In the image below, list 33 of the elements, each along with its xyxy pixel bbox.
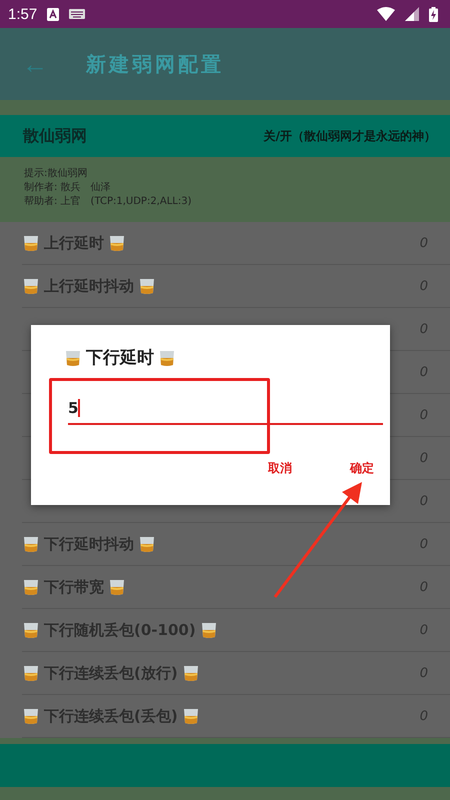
whisky-glass-icon <box>22 664 40 682</box>
clock: 1:57 <box>8 6 38 22</box>
dialog-button[interactable]: 确定 <box>346 458 378 479</box>
toggle-label[interactable]: 关/开（散仙弱网才是永远的神） <box>264 128 436 144</box>
whisky-glass-icon <box>158 348 176 366</box>
input-field[interactable]: 5 <box>68 393 383 425</box>
dialog-button[interactable]: 取消 <box>264 458 296 479</box>
whisky-glass-icon <box>182 707 200 725</box>
battery-charging-icon <box>429 6 438 22</box>
keyboard-icon <box>69 9 86 19</box>
whisky-glass-icon <box>22 621 40 639</box>
whisky-glass-icon <box>200 621 218 639</box>
whisky-glass-icon <box>22 234 40 252</box>
page-title: 新建弱网配置 <box>86 50 224 78</box>
info-text: 制作者: 散兵 仙泽 <box>24 181 112 195</box>
info-text: 帮助者: 上官 (TCP:1,UDP:2,ALL:3) <box>24 195 192 209</box>
dialog-title: 下行延时 <box>86 347 154 369</box>
back-button[interactable]: ← <box>22 48 48 80</box>
info-text: 提示:散仙弱网 <box>24 167 88 181</box>
whisky-glass-icon <box>138 535 156 553</box>
profile-name: 散仙弱网 <box>23 126 87 146</box>
whisky-glass-icon <box>138 277 156 295</box>
whisky-glass-icon <box>64 348 82 366</box>
whisky-glass-icon <box>22 277 40 295</box>
whisky-glass-icon <box>108 578 126 596</box>
whisky-glass-icon <box>108 234 126 252</box>
keyboard-a-icon <box>47 8 60 20</box>
whisky-glass-icon <box>182 664 200 682</box>
whisky-glass-icon <box>22 535 40 553</box>
whisky-glass-icon <box>22 707 40 725</box>
whisky-glass-icon <box>22 578 40 596</box>
signal-icon <box>405 7 419 21</box>
wifi-icon <box>377 7 395 21</box>
